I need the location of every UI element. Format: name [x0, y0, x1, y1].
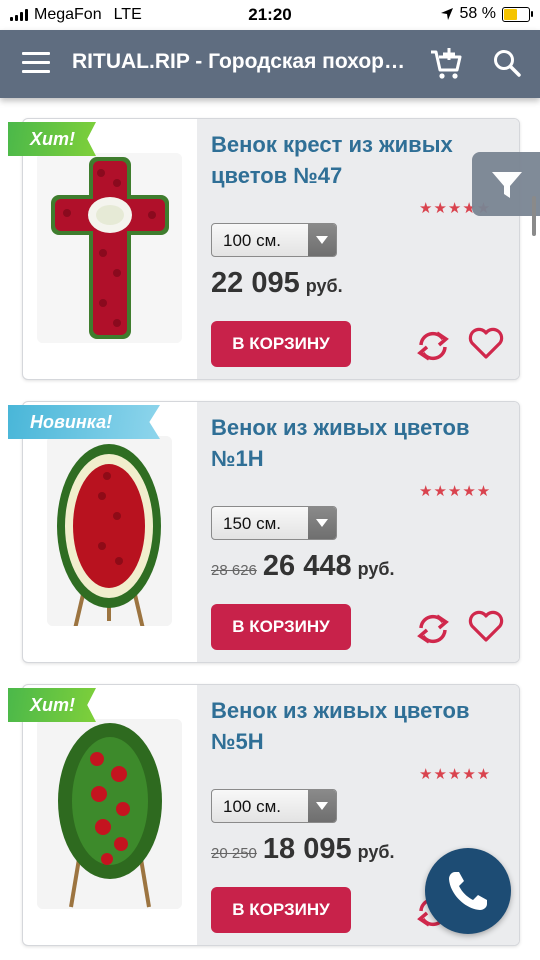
size-select-value: 100 см. — [223, 231, 281, 250]
filter-icon — [492, 172, 522, 198]
compare-icon[interactable] — [413, 612, 453, 646]
add-to-cart-button[interactable]: В КОРЗИНУ — [211, 604, 351, 650]
call-button[interactable] — [425, 848, 511, 934]
size-select-value: 150 см. — [223, 514, 281, 533]
location-arrow-icon — [440, 8, 453, 20]
product-name[interactable]: Венок из живых цветов №1Н — [211, 412, 501, 474]
size-select[interactable]: 100 см. — [211, 223, 337, 257]
badge-label: Новинка! — [30, 412, 113, 432]
heart-icon[interactable] — [467, 608, 505, 644]
badge-new: Новинка! — [8, 405, 160, 439]
currency: руб. — [305, 276, 343, 296]
add-to-cart-button[interactable]: В КОРЗИНУ — [211, 321, 351, 367]
app-header: RITUAL.RIP - Городская похоронная служба — [0, 30, 540, 98]
status-bar: MegaFon LTE 21:20 58 % — [0, 0, 540, 30]
badge-label: Хит! — [30, 129, 75, 149]
currency: руб. — [357, 842, 395, 862]
add-to-cart-button[interactable]: В КОРЗИНУ — [211, 887, 351, 933]
cart-add-icon[interactable] — [428, 46, 464, 82]
rating-stars: ★★★★★ — [419, 766, 492, 783]
price-row: 20 250 18 095 руб. — [211, 833, 394, 866]
product-photo-wreath[interactable] — [37, 719, 182, 909]
battery-percent: 58 % — [459, 5, 496, 22]
battery-icon — [502, 6, 533, 22]
badge-label: Хит! — [30, 695, 75, 715]
price: 18 095 — [262, 833, 352, 865]
page-title: RITUAL.RIP - Городская похоронная служба — [72, 50, 417, 73]
search-icon[interactable] — [492, 48, 522, 78]
compare-icon[interactable] — [413, 329, 453, 363]
chevron-down-icon — [308, 507, 336, 539]
heart-icon[interactable] — [467, 325, 505, 361]
product-name[interactable]: Венок крест из живых цветов №47 — [211, 129, 501, 191]
product-card[interactable]: Венок крест из живых цветов №47 ★★★★★ 10… — [22, 118, 520, 380]
product-name[interactable]: Венок из живых цветов №5Н — [211, 695, 501, 757]
size-select[interactable]: 150 см. — [211, 506, 337, 540]
size-select-value: 100 см. — [223, 797, 281, 816]
hamburger-menu-icon[interactable] — [22, 52, 50, 74]
product-card[interactable]: Венок из живых цветов №1Н ★★★★★ 150 см. … — [22, 401, 520, 663]
chevron-down-icon — [308, 224, 336, 256]
badge-hit: Хит! — [8, 122, 96, 156]
product-photo-wreath[interactable] — [47, 436, 172, 626]
rating-stars: ★★★★★ — [419, 483, 492, 500]
old-price: 20 250 — [211, 845, 257, 862]
scrollbar[interactable] — [532, 196, 536, 236]
badge-hit: Хит! — [8, 688, 96, 722]
phone-icon — [449, 872, 487, 910]
size-select[interactable]: 100 см. — [211, 789, 337, 823]
old-price: 28 626 — [211, 562, 257, 579]
price-row: 22 095 руб. — [211, 267, 343, 300]
product-photo-cross-wreath[interactable] — [37, 153, 182, 343]
price-row: 28 626 26 448 руб. — [211, 550, 394, 583]
chevron-down-icon — [308, 790, 336, 822]
price: 22 095 — [211, 267, 300, 299]
currency: руб. — [357, 559, 395, 579]
price: 26 448 — [262, 550, 352, 582]
filter-button[interactable] — [472, 152, 540, 216]
